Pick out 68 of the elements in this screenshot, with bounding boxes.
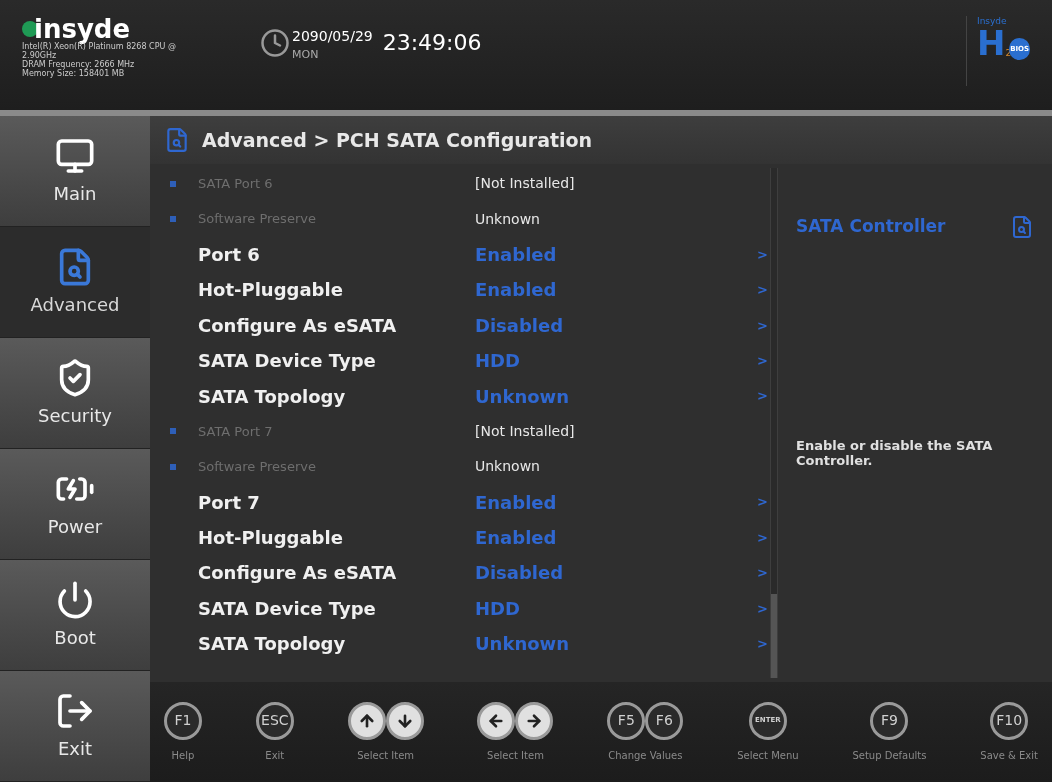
key-hint-label: Save & Exit xyxy=(980,748,1038,763)
submenu-arrow: > xyxy=(757,245,768,264)
setting-label: Software Preserve xyxy=(198,458,317,477)
sidebar-tab[interactable]: Main xyxy=(0,116,150,227)
bullet-icon xyxy=(170,428,176,435)
submenu-arrow: > xyxy=(757,316,768,335)
setting-label: SATA Port 7 xyxy=(198,422,274,441)
power-icon xyxy=(55,579,95,620)
time-text: 23:49:06 xyxy=(382,29,482,57)
clock-icon xyxy=(260,28,290,58)
sidebar-tab[interactable]: Exit xyxy=(0,671,150,782)
system-info-text: Memory Size: 158401 MB xyxy=(22,69,126,78)
help-title: SATA Controller xyxy=(796,215,946,238)
setting-label[interactable]: SATA Device Type xyxy=(198,594,475,622)
setting-label[interactable]: SATA Device Type xyxy=(198,347,475,375)
setting-label[interactable]: Hot-Pluggable xyxy=(198,524,475,552)
key-cap: F10 xyxy=(990,701,1029,740)
bullet-icon xyxy=(170,180,176,187)
setting-label[interactable]: Hot-Pluggable xyxy=(198,276,475,304)
key-hint-label: Select Item xyxy=(487,748,544,763)
key-hint-label: Help xyxy=(171,748,195,763)
setting-label[interactable]: Port 6 xyxy=(198,240,475,268)
bullet-icon xyxy=(170,463,176,470)
key-cap: ESC xyxy=(255,701,294,740)
setting-value: [Not Installed] xyxy=(475,421,575,441)
submenu-arrow: > xyxy=(757,599,768,618)
key-cap: F5 xyxy=(607,701,646,740)
scrollbar[interactable] xyxy=(770,168,778,678)
scrollbar-thumb[interactable] xyxy=(771,594,777,678)
submenu-arrow: > xyxy=(757,528,768,547)
key-hint-label: Exit xyxy=(265,748,285,763)
sidebar-tab[interactable]: Advanced xyxy=(0,227,150,338)
sidebar-tab[interactable]: Boot xyxy=(0,560,150,671)
help-description: Enable or disable the SATA Controller. xyxy=(796,437,994,468)
setting-label: Software Preserve xyxy=(198,210,317,229)
bullet-icon xyxy=(170,216,176,223)
key-cap: F9 xyxy=(870,701,909,740)
breadcrumb: Advanced > PCH SATA Configuration xyxy=(202,127,593,153)
key-hint-label: Change Values xyxy=(608,748,683,763)
setting-value: [Not Installed] xyxy=(475,174,575,194)
system-info-text: Intel(R) Xeon(R) Platinum 8268 CPU @ 2.90GHz xyxy=(22,42,177,60)
key-cap: F6 xyxy=(645,701,684,740)
setting-label[interactable]: SATA Topology xyxy=(198,382,475,410)
submenu-arrow: > xyxy=(757,635,768,653)
key-hint-label: Setup Defaults xyxy=(852,748,927,763)
document-search-icon xyxy=(164,127,190,153)
document-search-icon xyxy=(1010,214,1034,239)
setting-label[interactable]: SATA Topology xyxy=(198,630,475,658)
submenu-arrow: > xyxy=(757,493,768,512)
sidebar-tab[interactable]: Security xyxy=(0,338,150,449)
brand-logo: insyde xyxy=(34,16,131,42)
setting-label[interactable]: Configure As eSATA xyxy=(198,559,475,587)
submenu-arrow: > xyxy=(757,564,768,583)
submenu-arrow: > xyxy=(757,387,768,406)
submenu-arrow: > xyxy=(757,351,768,370)
weekday-text: MON xyxy=(292,47,320,63)
key-hint-label: Select Menu xyxy=(737,748,799,763)
submenu-arrow: > xyxy=(757,281,768,300)
key-cap: F1 xyxy=(164,701,202,740)
setting-value: Unknown xyxy=(475,209,540,229)
sidebar-tab[interactable]: Power xyxy=(0,449,150,560)
date-text: 2090/05/29 xyxy=(292,27,373,46)
key-hint-label: Select Item xyxy=(357,748,415,763)
setting-label[interactable]: Port 7 xyxy=(198,488,475,516)
setting-label: SATA Port 6 xyxy=(198,174,274,193)
setting-value: Unknown xyxy=(475,457,540,477)
setting-label[interactable]: Configure As eSATA xyxy=(198,311,475,339)
system-info-text: DRAM Frequency: 2666 MHz xyxy=(22,60,136,69)
